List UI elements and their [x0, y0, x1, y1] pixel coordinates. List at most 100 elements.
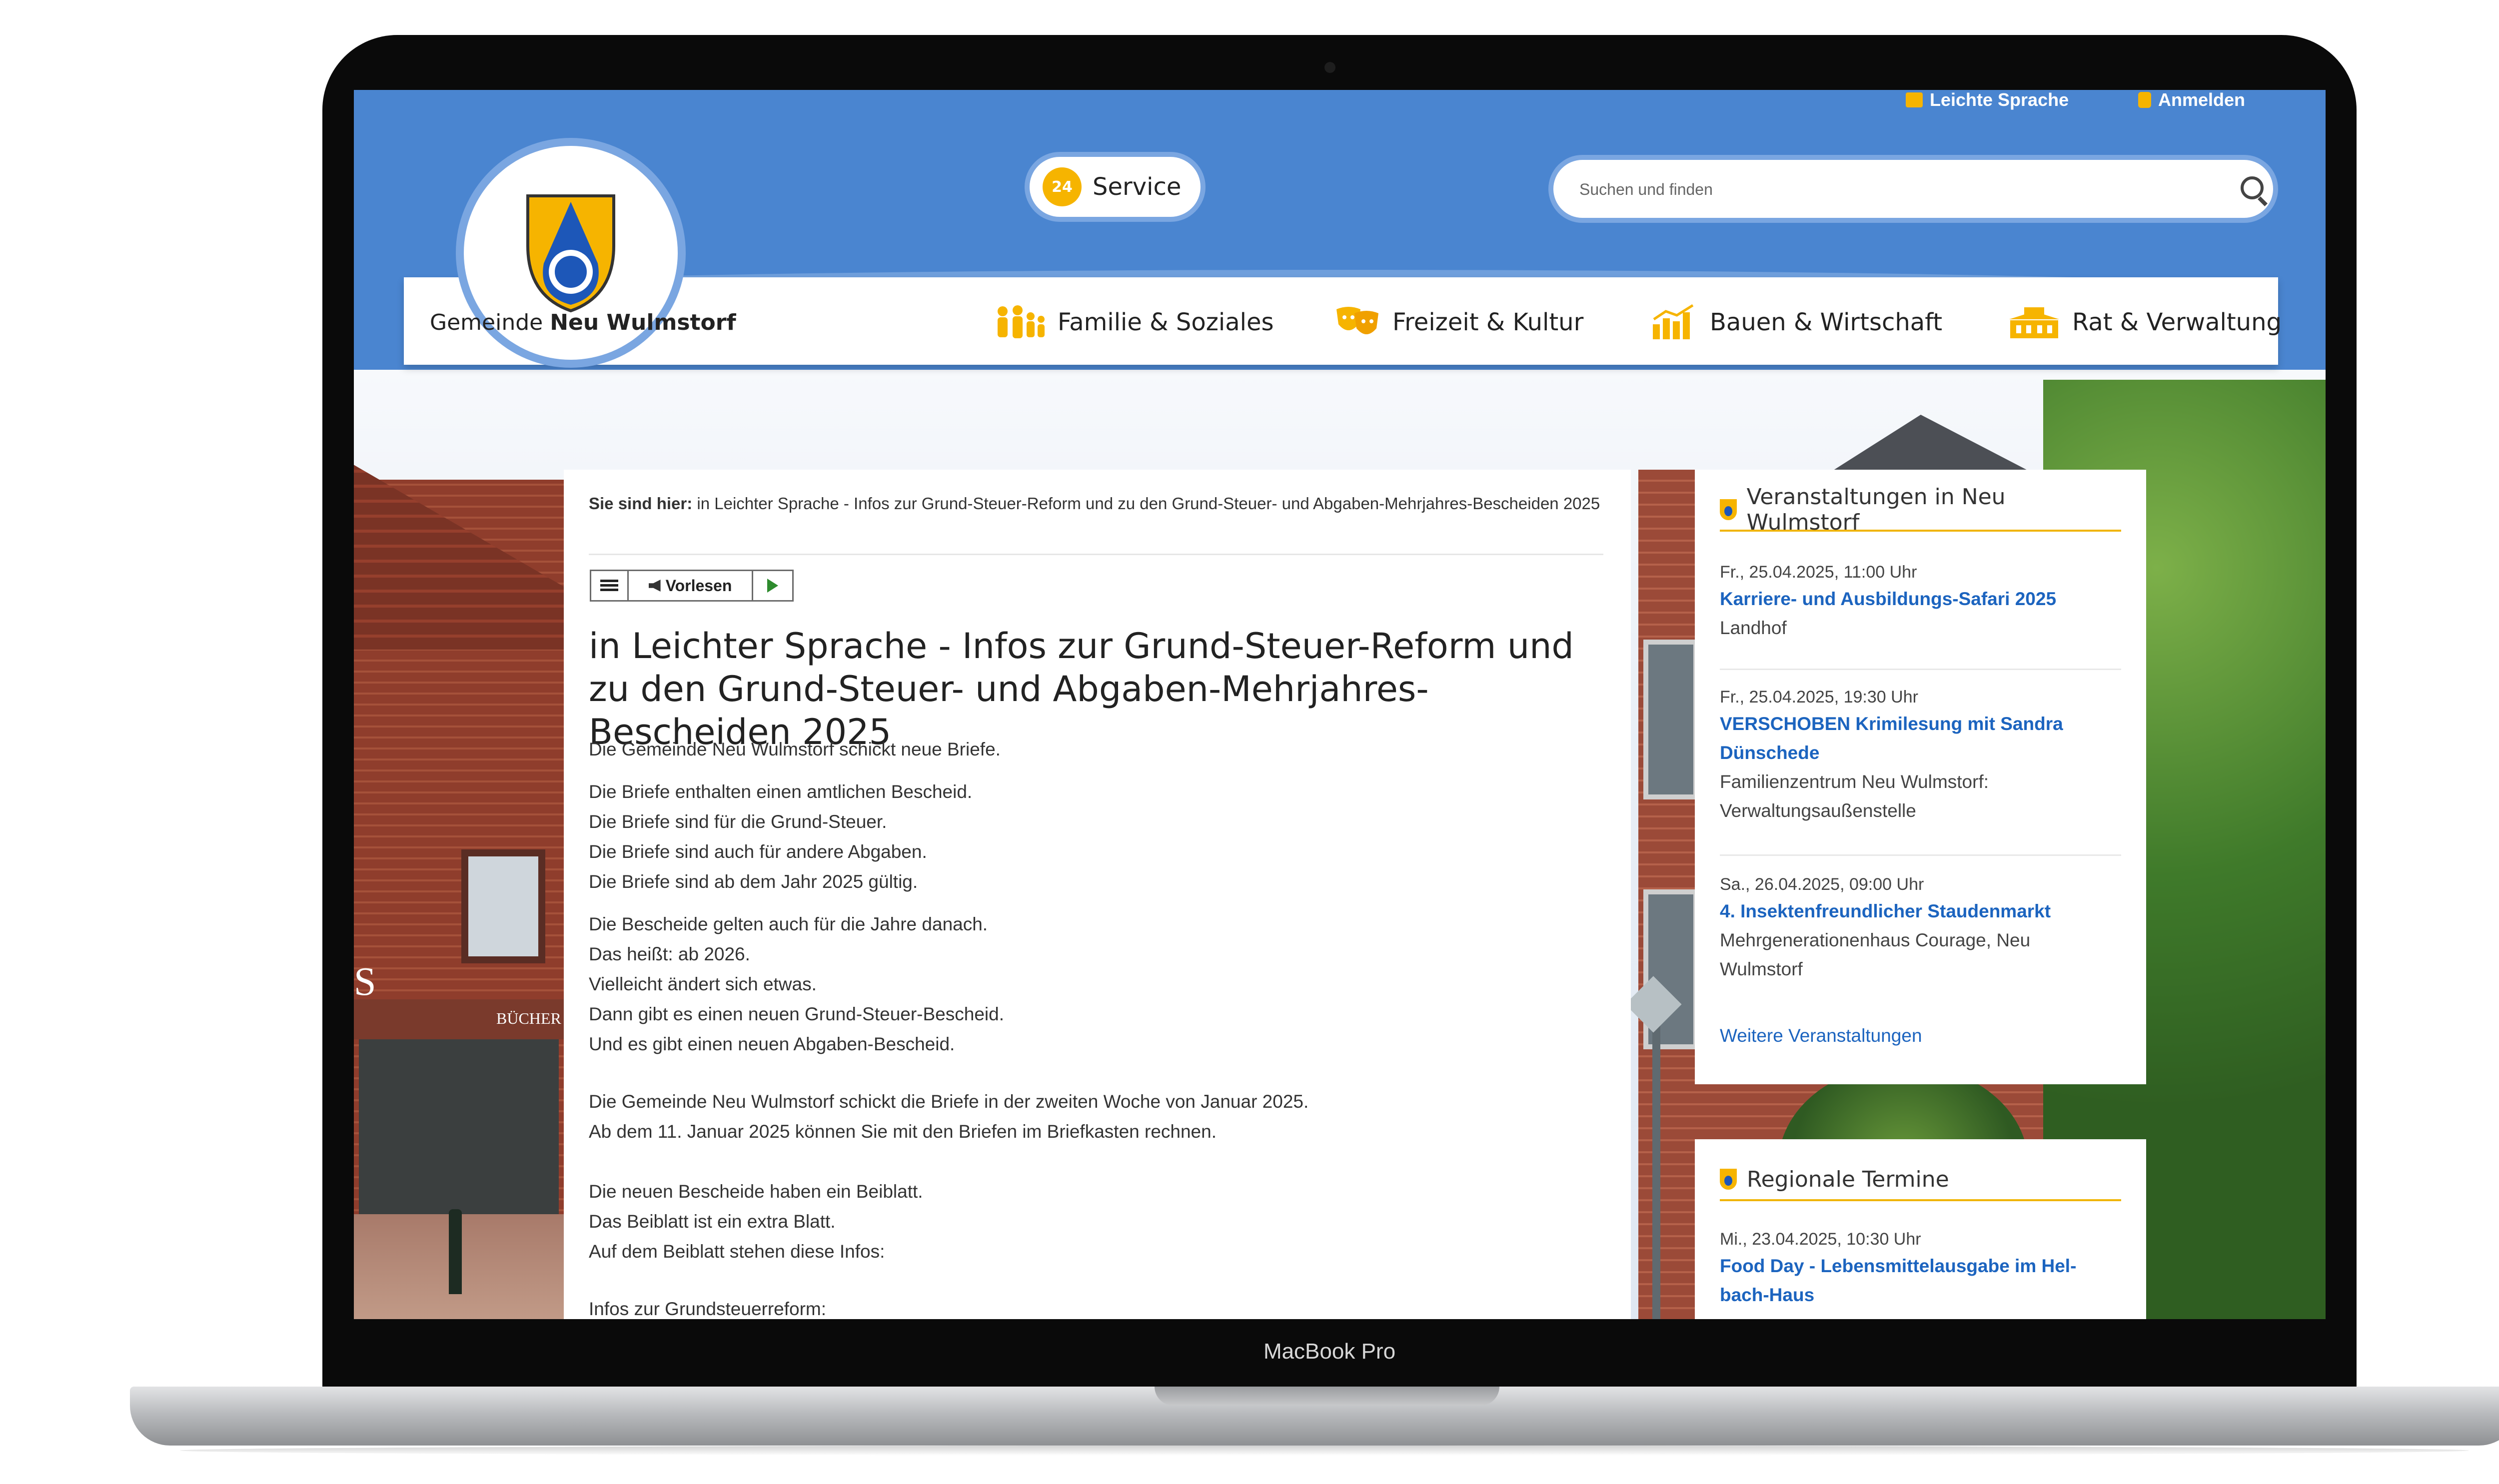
family-icon — [998, 305, 1045, 338]
text-line: Das heißt: ab 2026. — [589, 944, 750, 964]
breadcrumb-current: in Leichter Sprache - Infos zur Grund-St… — [692, 494, 1600, 513]
text-line: Die Briefe sind ab dem Jahr 2025 gültig. — [589, 871, 918, 892]
nav-item-bauen-wirtschaft[interactable]: Bauen & Wirtschaft — [1651, 302, 1942, 342]
readspeaker-menu-button[interactable] — [591, 571, 629, 600]
login-link[interactable]: Anmelden — [2138, 90, 2245, 110]
readspeaker-read-button[interactable]: Vorlesen — [629, 571, 753, 600]
regional-title: Regionale Termine — [1747, 1166, 1949, 1192]
event-date: Sa., 26.04.2025, 09:00 Uhr — [1720, 875, 1924, 894]
paragraph: Die Briefe enthalten einen amtlichen Bes… — [589, 777, 1608, 897]
regional-heading: Regionale Termine — [1720, 1159, 2121, 1201]
event-date: Fr., 25.04.2025, 19:30 Uhr — [1720, 688, 1918, 707]
event-divider — [1720, 669, 2121, 670]
background-window — [1643, 640, 1698, 799]
site-brand[interactable]: Gemeinde Neu Wulmstorf — [430, 310, 736, 335]
text-line: Die Briefe sind für die Grund-Steuer. — [589, 811, 887, 832]
event-title-link[interactable]: VERSCHOBEN Krimilesung mit Sandra Dünsch… — [1720, 710, 2121, 767]
nav-label: Freizeit & Kultur — [1392, 308, 1584, 336]
event-location-line: Wulmstorf — [1720, 959, 1803, 979]
more-events-link[interactable]: Weitere Veranstaltungen — [1720, 1025, 1922, 1046]
background-signpost — [1652, 989, 1660, 1319]
brand-prefix: Gemeinde — [430, 310, 543, 335]
login-label: Anmelden — [2158, 90, 2246, 110]
background-sign-letter: S — [354, 960, 376, 1004]
search-icon[interactable] — [2241, 176, 2264, 199]
breadcrumb: Sie sind hier: in Leichter Sprache - Inf… — [589, 490, 1603, 518]
text-line: Die Gemeinde Neu Wulmstorf schickt die B… — [589, 1091, 1309, 1112]
text-line: Die Gemeinde Neu Wulmstorf schickt neue … — [589, 739, 1001, 759]
text-line: Dann gibt es einen neuen Grund-Steuer-Be… — [589, 1004, 1004, 1024]
event-location: Familienzentrum Neu Wulmstorf: Verwaltun… — [1720, 767, 2121, 825]
event-date: Mi., 23.04.2025, 10:30 Uhr — [1720, 1230, 1921, 1249]
theater-masks-icon — [1336, 307, 1378, 334]
laptop-shadow — [180, 1446, 2469, 1456]
speaker-icon — [648, 580, 661, 592]
event-title-link[interactable]: Food Day - Lebensmittelausgabe im Hel- b… — [1720, 1252, 2121, 1310]
service-24-icon: 24 — [1043, 167, 1082, 206]
event-date: Fr., 25.04.2025, 11:00 Uhr — [1720, 563, 1917, 582]
events-title: Veranstaltungen in Neu Wulmstorf — [1746, 484, 2006, 535]
text-line: Infos zur Grundsteuerreform: — [589, 1299, 827, 1319]
browser-screen: S BÜCHER Leichte Sprache Anmelden Gemein… — [354, 90, 2326, 1319]
laptop-notch — [1155, 1387, 1499, 1406]
readspeaker-play-button[interactable] — [753, 571, 792, 600]
text-line: Die Briefe sind auch für andere Abgaben. — [589, 841, 927, 862]
easy-language-label: Leichte Sprache — [1930, 90, 2069, 110]
events-card: Veranstaltungen in Neu Wulmstorf Fr., 25… — [1695, 470, 2146, 1084]
text-line: Die Briefe enthalten einen amtlichen Bes… — [589, 781, 973, 802]
nav-item-familie-soziales[interactable]: Familie & Soziales — [993, 302, 1274, 342]
camera — [1324, 62, 1335, 73]
brand-name: Neu Wulmstorf — [550, 310, 736, 335]
event-item: Sa., 26.04.2025, 09:00 Uhr 4. Insektenfr… — [1720, 872, 2121, 984]
event-title-line: Dünschede — [1720, 742, 1820, 763]
town-hall-icon — [2009, 307, 2059, 338]
nav-item-rat-verwaltung[interactable]: Rat & Verwaltung — [2007, 302, 2282, 342]
readspeaker-bar: Vorlesen — [590, 570, 794, 602]
event-location: Mehrgenerationenhaus Courage, Neu Wulmst… — [1720, 926, 2121, 984]
text-line: Das Beiblatt ist ein extra Blatt. — [589, 1211, 836, 1232]
event-title-link[interactable]: 4. Insektenfreundlicher Staudenmarkt — [1720, 897, 2121, 926]
event-title-line: bach-Haus — [1720, 1285, 1815, 1305]
text-line: Die Bescheide gelten auch für die Jahre … — [589, 914, 988, 934]
event-divider — [1720, 854, 2121, 856]
text-line: Auf dem Beiblatt stehen diese Infos: — [589, 1241, 885, 1262]
search-input[interactable] — [1578, 175, 2205, 204]
event-location: Landhof — [1720, 618, 1787, 638]
breadcrumb-prefix: Sie sind hier: — [589, 494, 693, 513]
search-box — [1553, 160, 2273, 218]
background-sign-text: BÜCHER — [496, 1009, 561, 1027]
buildings-chart-icon — [1653, 304, 1694, 339]
device-label: MacBook Pro — [1263, 1339, 1396, 1364]
text-line: Die neuen Bescheide haben ein Beiblatt. — [589, 1181, 923, 1202]
easy-language-link[interactable]: Leichte Sprache — [1906, 90, 2069, 110]
regional-card: Regionale Termine Mi., 23.04.2025, 10:30… — [1695, 1139, 2146, 1319]
play-icon — [767, 579, 778, 593]
nav-item-freizeit-kultur[interactable]: Freizeit & Kultur — [1333, 302, 1583, 342]
event-title-line: VERSCHOBEN Krimilesung mit Sandra — [1720, 714, 2063, 734]
shield-icon — [1720, 1169, 1737, 1190]
paragraph: Die Bescheide gelten auch für die Jahre … — [589, 909, 1608, 1059]
paragraph: Die Gemeinde Neu Wulmstorf schickt neue … — [589, 735, 1608, 764]
nav-label: Familie & Soziales — [1058, 308, 1274, 336]
breadcrumb-divider — [589, 554, 1603, 555]
event-item: Fr., 25.04.2025, 19:30 Uhr VERSCHOBEN Kr… — [1720, 685, 2121, 825]
nav-label: Rat & Verwaltung — [2072, 308, 2282, 336]
lock-icon — [2138, 92, 2151, 108]
service-button[interactable]: 24 Service — [1030, 157, 1201, 217]
paragraph: Die neuen Bescheide haben ein Beiblatt. … — [589, 1177, 1608, 1267]
background-window — [461, 849, 545, 963]
easy-language-icon — [1906, 92, 1923, 107]
event-title-link[interactable]: Karriere- und Ausbildungs-Safari 2025 — [1720, 585, 2121, 614]
text-line: Ab dem 11. Januar 2025 können Sie mit de… — [589, 1121, 1217, 1142]
readspeaker-label: Vorlesen — [665, 576, 732, 595]
event-location-line: Familienzentrum Neu Wulmstorf: — [1720, 771, 1989, 792]
menu-icon — [600, 580, 618, 592]
event-title-line: Food Day - Lebensmittelausgabe im Hel- — [1720, 1256, 2077, 1276]
shield-icon — [1720, 499, 1737, 520]
event-item: Mi., 23.04.2025, 10:30 Uhr Food Day - Le… — [1720, 1227, 2121, 1310]
event-item: Fr., 25.04.2025, 11:00 Uhr Karriere- und… — [1720, 560, 2121, 643]
event-location-line: Mehrgenerationenhaus Courage, Neu — [1720, 930, 2031, 950]
nav-label: Bauen & Wirtschaft — [1710, 308, 1943, 336]
text-line: Und es gibt einen neuen Abgaben-Bescheid… — [589, 1034, 955, 1054]
article-card: Sie sind hier: in Leichter Sprache - Inf… — [564, 470, 1631, 1319]
